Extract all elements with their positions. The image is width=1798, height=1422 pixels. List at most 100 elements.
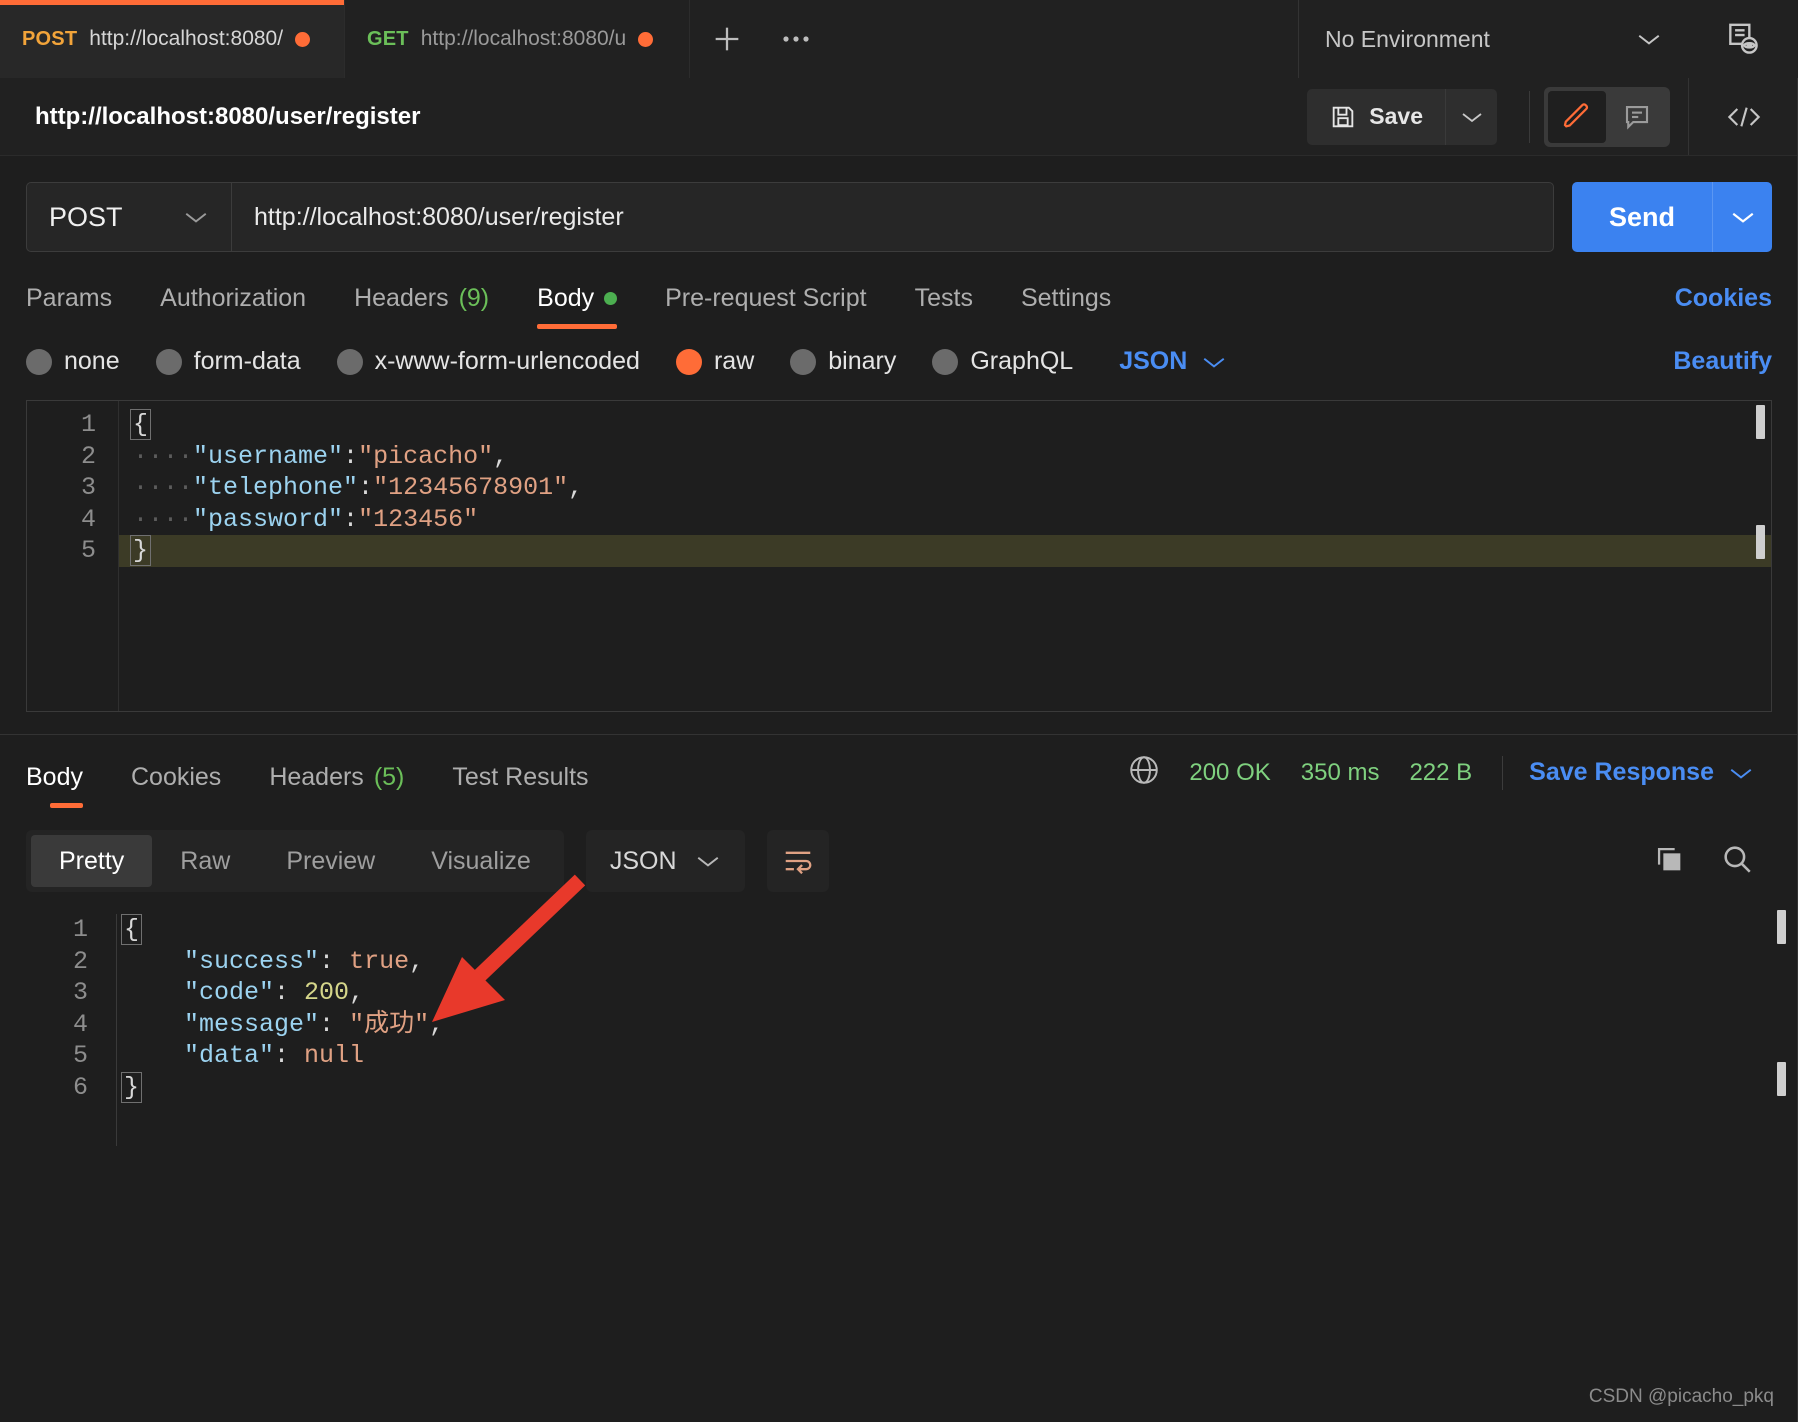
tab-options-button[interactable] bbox=[764, 0, 828, 78]
tabstrip-spacer bbox=[828, 0, 1298, 78]
body-type-label: binary bbox=[828, 347, 897, 375]
response-tab-body[interactable]: Body bbox=[26, 753, 107, 808]
response-tab-test-results[interactable]: Test Results bbox=[428, 753, 612, 808]
chevron-down-icon bbox=[1461, 112, 1482, 122]
tab-label: Cookies bbox=[130, 763, 222, 791]
globe-icon bbox=[1127, 753, 1161, 792]
response-view-preview[interactable]: Preview bbox=[258, 835, 403, 887]
line-number: 4 bbox=[80, 504, 96, 534]
response-body-viewer[interactable]: 1 2 3 4 5 6 { "success": true, "code": 2… bbox=[0, 906, 1798, 1326]
editor-scrollbar-thumb-bottom[interactable] bbox=[1756, 525, 1765, 559]
tab-tests[interactable]: Tests bbox=[891, 274, 997, 329]
beautify-link[interactable]: Beautify bbox=[1673, 347, 1772, 376]
chevron-down-icon bbox=[697, 856, 718, 867]
body-type-label: form-data bbox=[193, 347, 301, 375]
code-line-active: } bbox=[119, 535, 1771, 567]
url-input[interactable]: http://localhost:8080/user/register bbox=[231, 182, 1554, 252]
save-group: Save bbox=[1307, 88, 1497, 145]
send-options-button[interactable] bbox=[1712, 182, 1772, 252]
body-type-row: none form-data x-www-form-urlencoded raw… bbox=[0, 329, 1798, 376]
code-snippet-button[interactable] bbox=[1688, 78, 1798, 155]
body-type-raw[interactable]: raw bbox=[675, 347, 755, 376]
code-line: "message": "成功", bbox=[184, 1009, 445, 1039]
response-size: 222 B bbox=[1409, 758, 1473, 786]
response-tab-cookies[interactable]: Cookies bbox=[107, 753, 245, 808]
response-time: 350 ms bbox=[1300, 758, 1380, 786]
tab-label: Body bbox=[537, 284, 595, 312]
body-type-label: raw bbox=[713, 347, 755, 375]
edit-mode-button[interactable] bbox=[1548, 90, 1606, 143]
environment-selector[interactable]: No Environment bbox=[1298, 0, 1688, 78]
tab-authorization[interactable]: Authorization bbox=[136, 274, 330, 329]
request-tab-post[interactable]: POST http://localhost:8080/ bbox=[0, 0, 345, 78]
copy-button[interactable] bbox=[1652, 842, 1686, 881]
ellipsis-icon bbox=[783, 36, 809, 42]
tab-label: Test Results bbox=[452, 763, 589, 791]
wrap-lines-button[interactable] bbox=[766, 830, 829, 892]
line-number: 4 bbox=[72, 1009, 88, 1039]
chevron-down-icon bbox=[1203, 357, 1225, 368]
save-response-button[interactable]: Save Response bbox=[1529, 758, 1754, 787]
response-scrollbar-thumb-bottom[interactable] bbox=[1777, 1062, 1786, 1096]
line-number: 2 bbox=[72, 946, 88, 976]
editor-scrollbar-thumb-top[interactable] bbox=[1756, 405, 1765, 439]
response-view-segment: Pretty Raw Preview Visualize bbox=[26, 830, 564, 892]
save-options-button[interactable] bbox=[1445, 88, 1497, 145]
response-scrollbar-thumb-top[interactable] bbox=[1777, 910, 1786, 944]
tab-url-label: http://localhost:8080/u bbox=[420, 27, 627, 50]
comments-button[interactable] bbox=[1608, 91, 1666, 143]
cookies-link[interactable]: Cookies bbox=[1675, 284, 1772, 329]
code-icon bbox=[1727, 106, 1760, 127]
tab-body[interactable]: Body bbox=[513, 274, 641, 329]
response-format-select[interactable]: JSON bbox=[585, 830, 745, 892]
floppy-disk-icon bbox=[1333, 106, 1354, 127]
code-line: "data": null bbox=[184, 1041, 365, 1070]
body-type-label: none bbox=[64, 347, 120, 375]
new-tab-button[interactable] bbox=[690, 0, 764, 78]
tab-count: (5) bbox=[373, 763, 405, 791]
tab-settings[interactable]: Settings bbox=[997, 274, 1135, 329]
line-number: 5 bbox=[80, 536, 96, 565]
body-type-binary[interactable]: binary bbox=[790, 347, 896, 376]
line-number: 3 bbox=[80, 473, 96, 502]
body-type-form-data[interactable]: form-data bbox=[155, 347, 301, 376]
line-number: 3 bbox=[72, 978, 88, 1007]
tab-params[interactable]: Params bbox=[26, 274, 136, 329]
tab-headers[interactable]: Headers (9) bbox=[330, 274, 513, 329]
tab-label: Headers bbox=[354, 284, 449, 312]
radio-icon bbox=[336, 348, 363, 375]
body-format-select[interactable]: JSON bbox=[1119, 347, 1227, 376]
radio-icon bbox=[790, 348, 817, 375]
watermark: CSDN @picacho_pkq bbox=[1588, 1386, 1774, 1407]
body-type-graphql[interactable]: GraphQL bbox=[932, 347, 1073, 376]
save-button[interactable]: Save bbox=[1307, 88, 1445, 145]
tab-label: Headers bbox=[269, 763, 364, 791]
request-editor-code: { ····"username":"picacho", ····"telepho… bbox=[119, 401, 1771, 711]
response-view-visualize[interactable]: Visualize bbox=[403, 835, 559, 887]
code-line: ····"telephone":"12345678901", bbox=[133, 473, 584, 502]
request-tab-get[interactable]: GET http://localhost:8080/u bbox=[345, 0, 690, 78]
http-method-select[interactable]: POST bbox=[26, 182, 231, 252]
environment-quicklook-button[interactable] bbox=[1688, 0, 1798, 78]
page-title: http://localhost:8080/user/register bbox=[35, 102, 421, 130]
tab-count: (9) bbox=[458, 284, 490, 312]
copy-icon bbox=[1657, 847, 1681, 870]
response-view-raw[interactable]: Raw bbox=[152, 835, 258, 887]
environment-name: No Environment bbox=[1325, 25, 1490, 52]
body-type-urlencoded[interactable]: x-www-form-urlencoded bbox=[336, 347, 640, 376]
request-title-bar: http://localhost:8080/user/register Save bbox=[0, 78, 1798, 156]
tab-pre-request-script[interactable]: Pre-request Script bbox=[641, 274, 890, 329]
response-view-pretty[interactable]: Pretty bbox=[31, 835, 153, 887]
body-type-none[interactable]: none bbox=[26, 347, 120, 376]
search-button[interactable] bbox=[1720, 842, 1754, 881]
request-body-editor[interactable]: 1 2 3 4 5 { ····"username":"picacho", ··… bbox=[26, 400, 1772, 712]
chevron-down-icon bbox=[1638, 34, 1660, 45]
response-tab-headers[interactable]: Headers (5) bbox=[245, 753, 428, 808]
url-row: POST http://localhost:8080/user/register… bbox=[0, 156, 1798, 252]
tab-url-label: http://localhost:8080/ bbox=[89, 27, 284, 50]
send-button[interactable]: Send bbox=[1572, 182, 1712, 252]
line-number: 2 bbox=[80, 441, 96, 471]
tab-label: Pre-request Script bbox=[665, 284, 867, 312]
response-tabs: Body Cookies Headers (5) Test Results 20… bbox=[0, 753, 1798, 808]
chevron-down-icon bbox=[1732, 212, 1753, 223]
